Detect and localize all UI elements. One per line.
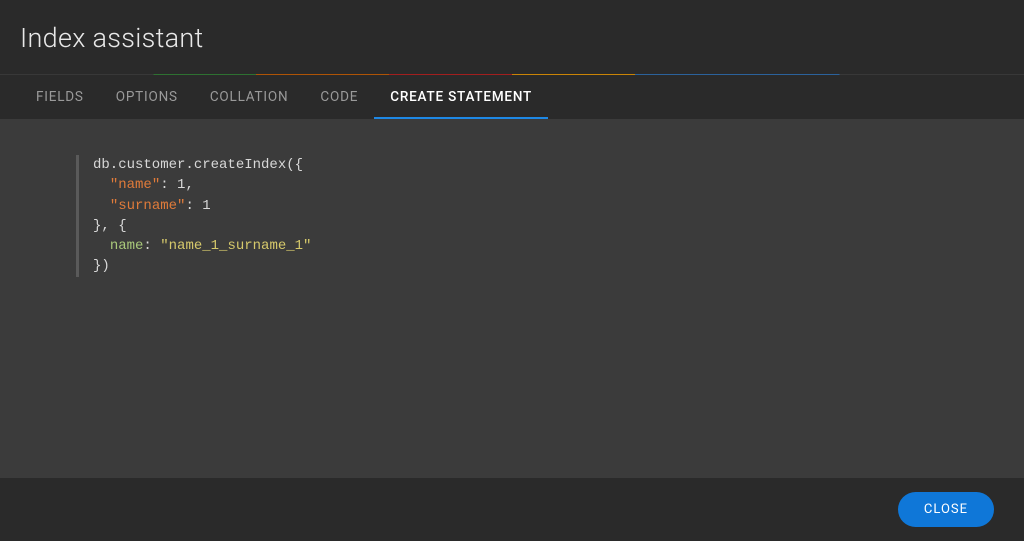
code-field-key-1: "surname": [110, 198, 186, 214]
dialog-header: Index assistant: [0, 0, 1024, 74]
close-button[interactable]: CLOSE: [898, 492, 994, 527]
code-option-ident: name: [110, 238, 144, 254]
code-option-value: "name_1_surname_1": [160, 238, 311, 254]
dialog-title: Index assistant: [20, 22, 1004, 54]
content-area: db.customer.createIndex({ "name": 1, "su…: [0, 119, 1024, 478]
accent-divider: [0, 74, 1024, 75]
tab-code[interactable]: CODE: [304, 75, 374, 119]
code-colon-1: :: [185, 198, 202, 214]
tab-options[interactable]: OPTIONS: [100, 75, 194, 119]
code-prefix: db.customer.createIndex: [93, 157, 286, 173]
code-field-val-1: 1: [202, 198, 210, 214]
tab-fields[interactable]: FIELDS: [20, 75, 100, 119]
code-colon-0: :: [160, 177, 177, 193]
dialog-footer: CLOSE: [0, 478, 1024, 541]
code-open: ({: [286, 157, 303, 173]
tab-bar: FIELDS OPTIONS COLLATION CODE CREATE STA…: [0, 75, 1024, 119]
tab-collation[interactable]: COLLATION: [194, 75, 305, 119]
create-statement-code: db.customer.createIndex({ "name": 1, "su…: [76, 155, 996, 277]
code-mid: }, {: [93, 218, 127, 234]
code-comma-0: ,: [185, 177, 193, 193]
tab-create-statement[interactable]: CREATE STATEMENT: [374, 75, 548, 119]
code-field-key-0: "name": [110, 177, 160, 193]
code-close: }): [93, 258, 110, 274]
code-option-sep: :: [143, 238, 160, 254]
